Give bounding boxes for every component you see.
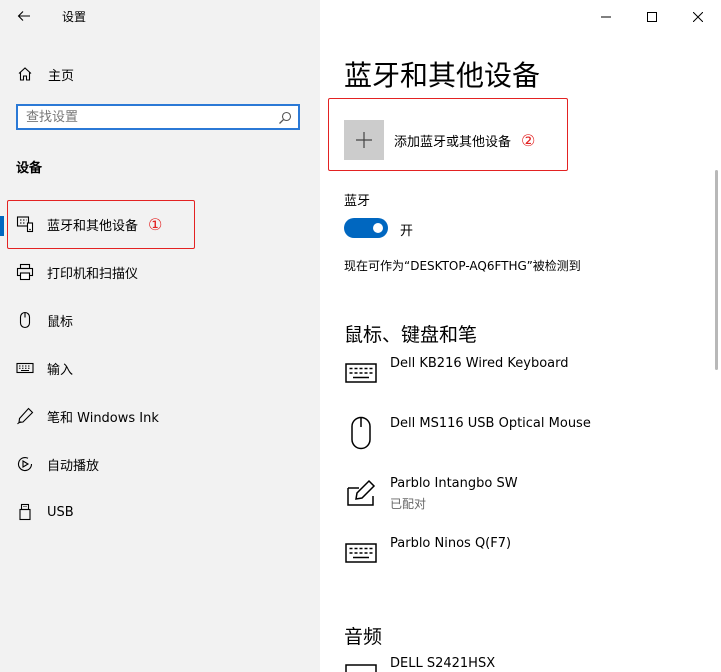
sidebar: 主页 设备 蓝牙和其他设备 ① 打印机和扫描仪 鼠标 输入 bbox=[0, 0, 320, 672]
device-name: Dell KB216 Wired Keyboard bbox=[390, 356, 569, 371]
maximize-button[interactable] bbox=[629, 0, 675, 32]
bluetooth-state: 开 bbox=[400, 224, 414, 239]
device-name: Parblo Ninos Q(F7) bbox=[390, 536, 512, 551]
sidebar-item-autoplay[interactable]: 自动播放 bbox=[0, 444, 320, 484]
sidebar-item-usb[interactable]: USB bbox=[0, 492, 320, 532]
mouse-icon bbox=[15, 311, 35, 329]
section-label-devices: 设备 bbox=[16, 161, 43, 176]
device-item[interactable]: Dell KB216 Wired Keyboard bbox=[344, 356, 704, 402]
sidebar-item-printers[interactable]: 打印机和扫描仪 bbox=[0, 252, 320, 292]
sidebar-item-label: 笔和 Windows Ink bbox=[47, 410, 159, 426]
sidebar-item-pen[interactable]: 笔和 Windows Ink bbox=[0, 396, 320, 436]
sidebar-item-mouse[interactable]: 鼠标 bbox=[0, 300, 320, 340]
close-button[interactable] bbox=[675, 0, 721, 32]
window-title: 设置 bbox=[62, 10, 87, 24]
toggle-knob bbox=[373, 223, 383, 233]
keyboard-icon bbox=[15, 359, 35, 377]
home-label: 主页 bbox=[48, 68, 75, 84]
search-box bbox=[16, 104, 300, 130]
sidebar-item-label: 打印机和扫描仪 bbox=[47, 266, 139, 282]
back-arrow-icon bbox=[17, 7, 31, 26]
bluetooth-toggle[interactable] bbox=[344, 218, 388, 238]
sidebar-item-typing[interactable]: 输入 bbox=[0, 348, 320, 388]
sidebar-item-label: USB bbox=[47, 504, 74, 520]
search-icon[interactable] bbox=[278, 110, 292, 129]
bluetooth-label: 蓝牙 bbox=[344, 194, 371, 209]
keyboard-icon bbox=[344, 356, 378, 390]
maximize-icon bbox=[647, 7, 657, 26]
selection-indicator bbox=[0, 216, 4, 236]
title-bar: 设置 bbox=[0, 0, 721, 32]
device-name: Parblo Intangbo SW bbox=[390, 476, 518, 491]
device-name: DELL S2421HSX bbox=[390, 656, 496, 671]
minimize-icon bbox=[601, 7, 611, 26]
home-icon bbox=[16, 66, 34, 82]
device-item[interactable]: Dell MS116 USB Optical Mouse bbox=[344, 416, 704, 462]
printer-icon bbox=[15, 263, 35, 281]
autoplay-icon bbox=[15, 455, 35, 473]
sidebar-item-label: 输入 bbox=[47, 362, 74, 378]
device-name: Dell MS116 USB Optical Mouse bbox=[390, 416, 591, 431]
annotation-box-1 bbox=[7, 200, 195, 249]
usb-icon bbox=[15, 503, 35, 521]
back-button[interactable] bbox=[8, 2, 40, 30]
close-icon bbox=[692, 7, 704, 26]
annotation-box-2 bbox=[328, 98, 568, 171]
device-item[interactable]: Parblo Intangbo SW 已配对 bbox=[344, 476, 704, 522]
search-input[interactable] bbox=[26, 108, 270, 126]
main-pane: 蓝牙和其他设备 添加蓝牙或其他设备 ② 蓝牙 开 现在可作为“DESKTOP-A… bbox=[320, 0, 721, 672]
device-item[interactable]: Parblo Ninos Q(F7) bbox=[344, 536, 704, 582]
page-title: 蓝牙和其他设备 bbox=[344, 59, 541, 92]
pen-tablet-icon bbox=[344, 476, 378, 510]
keyboard-icon bbox=[344, 536, 378, 570]
sidebar-item-label: 自动播放 bbox=[47, 458, 100, 474]
device-item[interactable]: DELL S2421HSX bbox=[344, 656, 704, 672]
section-title-audio: 音频 bbox=[344, 626, 383, 648]
minimize-button[interactable] bbox=[583, 0, 629, 32]
section-title-input-devices: 鼠标、键盘和笔 bbox=[344, 324, 478, 346]
mouse-icon bbox=[344, 416, 378, 450]
device-status: 已配对 bbox=[390, 497, 427, 511]
monitor-icon bbox=[344, 656, 378, 672]
sidebar-item-home[interactable]: 主页 bbox=[0, 60, 320, 88]
discoverable-text: 现在可作为“DESKTOP-AQ6FTHG”被检测到 bbox=[344, 259, 581, 273]
sidebar-item-label: 鼠标 bbox=[47, 314, 74, 330]
pen-icon bbox=[15, 407, 35, 425]
scrollbar[interactable] bbox=[715, 170, 718, 370]
